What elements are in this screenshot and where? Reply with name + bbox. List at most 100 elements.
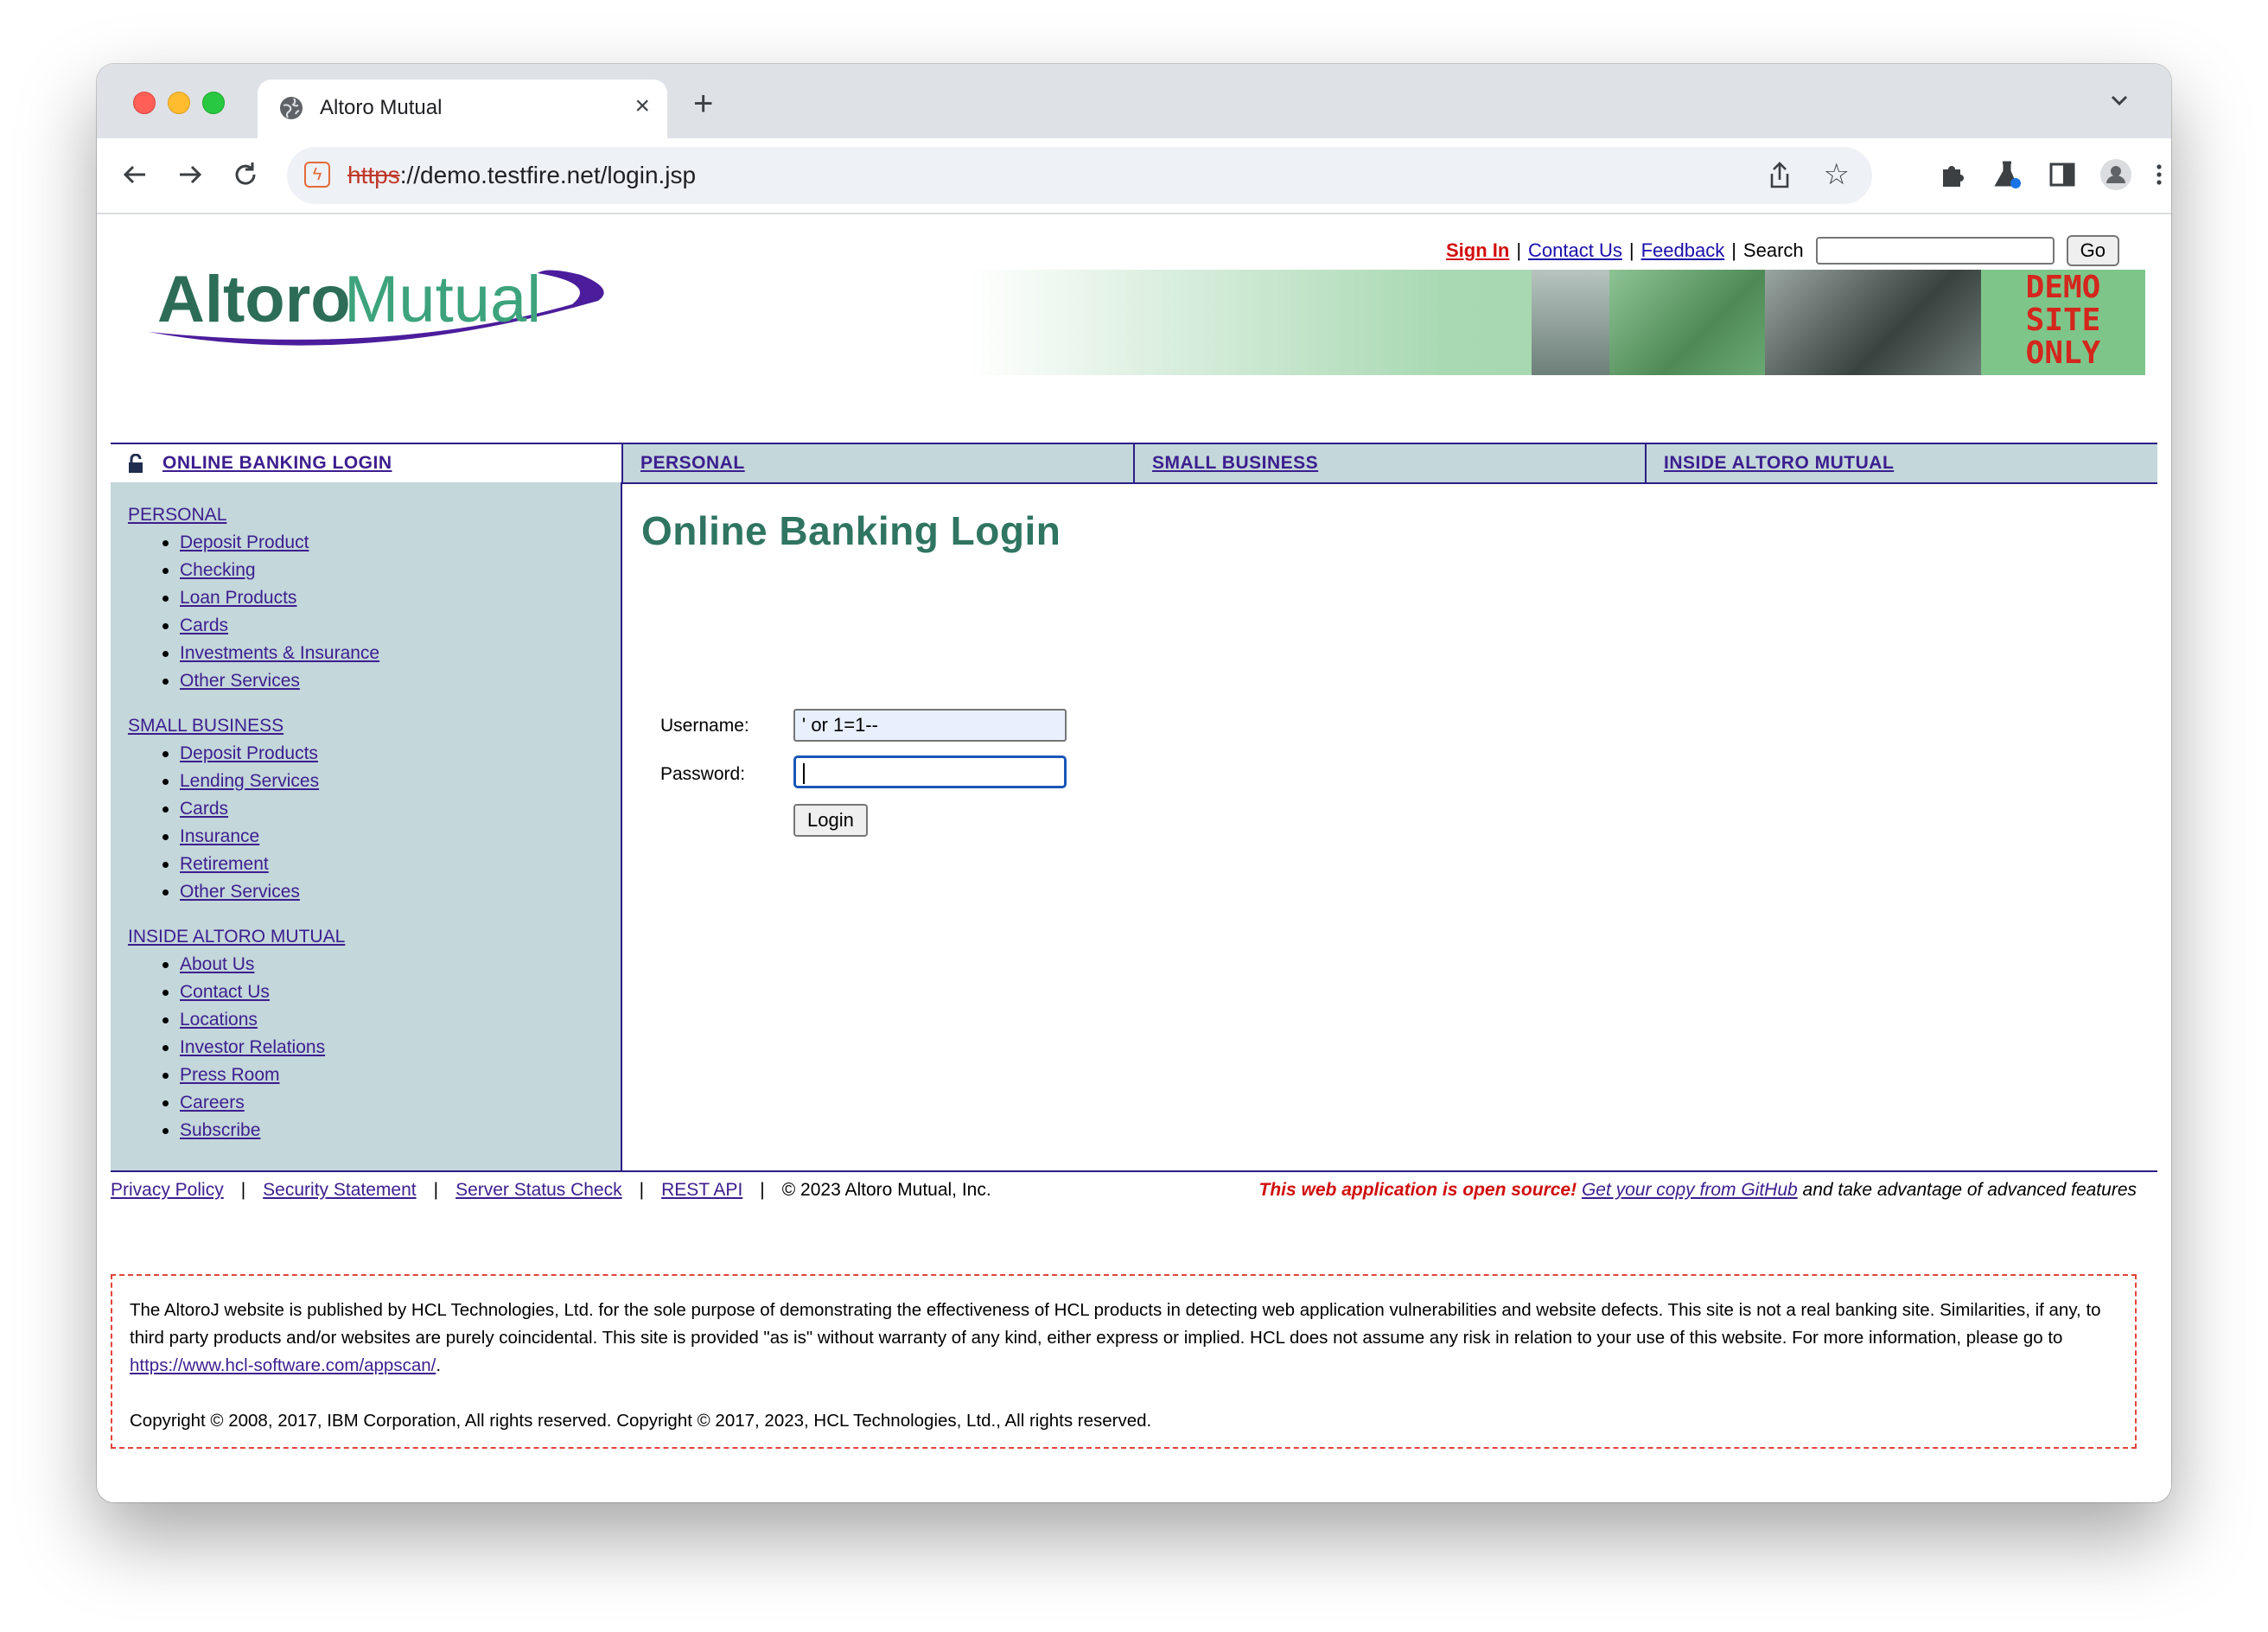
banner-photo-woman <box>1532 270 1609 375</box>
reload-icon[interactable] <box>228 157 263 192</box>
extensions-puzzle-icon[interactable] <box>1934 157 1969 192</box>
text-caret <box>803 763 805 784</box>
globe-icon <box>280 97 303 119</box>
separator: | <box>1731 239 1736 261</box>
not-secure-icon[interactable]: ϟ <box>304 162 330 188</box>
sidebar-item: Lending Services <box>162 768 319 795</box>
sidebar-inside-list: About Us Contact Us Locations Investor R… <box>162 951 325 1144</box>
side-panel-icon[interactable] <box>2045 157 2080 192</box>
open-source-text: This web application is open source! <box>1258 1180 1577 1200</box>
sidebar-small-business-heading[interactable]: SMALL BUSINESS <box>128 714 284 738</box>
separator: | <box>760 1180 765 1200</box>
open-source-tail: and take advantage of advanced features <box>1797 1180 2137 1200</box>
personal-nav-link[interactable]: PERSONAL <box>640 453 745 473</box>
browser-tab[interactable]: Altoro Mutual × <box>258 80 667 138</box>
small-business-nav-link[interactable]: SMALL BUSINESS <box>1152 453 1318 473</box>
password-label: Password: <box>660 764 746 784</box>
main-nav: ONLINE BANKING LOGIN PERSONAL SMALL BUSI… <box>111 443 2157 484</box>
sidebar-item: Press Room <box>162 1061 325 1089</box>
nav-inside-altoro: INSIDE ALTORO MUTUAL <box>1645 444 2157 482</box>
banner-photo-keyboard <box>1609 270 1765 375</box>
kebab-menu-icon[interactable] <box>2150 157 2168 192</box>
forward-arrow-icon[interactable] <box>173 157 207 192</box>
header-links: Sign In | Contact Us | Feedback | Search… <box>1446 235 2119 266</box>
browser-toolbar: ϟ https://demo.testfire.net/login.jsp ☆ <box>97 138 2171 214</box>
sidebar-inside-heading[interactable]: INSIDE ALTORO MUTUAL <box>128 925 345 949</box>
footer-links: Privacy Policy | Security Statement | Server… <box>111 1177 991 1203</box>
search-label: Search <box>1742 239 1804 261</box>
new-tab-button[interactable]: + <box>693 86 713 121</box>
nav-small-business: SMALL BUSINESS <box>1133 444 1645 482</box>
nav-online-banking: ONLINE BANKING LOGIN <box>111 444 621 482</box>
sidebar-item: Loan Products <box>162 584 379 612</box>
username-field[interactable] <box>793 709 1067 742</box>
sidebar-small-business-list: Deposit Products Lending Services Cards … <box>162 740 319 906</box>
contact-us-link[interactable]: Contact Us <box>1528 238 1622 264</box>
security-statement-link[interactable]: Security Statement <box>263 1180 416 1200</box>
close-tab-icon[interactable]: × <box>634 93 650 119</box>
disclaimer-box: The AltoroJ website is published by HCL … <box>111 1274 2137 1449</box>
sidebar-personal-heading[interactable]: PERSONAL <box>128 503 226 527</box>
close-window-button[interactable] <box>133 92 156 114</box>
sidebar-item: Contact Us <box>162 979 325 1006</box>
separator: | <box>240 1180 246 1200</box>
web-page: Altoro Mutual Sign In | Contact Us | Fee… <box>97 214 2171 1502</box>
maximize-window-button[interactable] <box>202 92 225 114</box>
password-field[interactable] <box>793 755 1067 788</box>
bookmark-star-icon[interactable]: ☆ <box>1824 159 1850 190</box>
browser-window: Altoro Mutual × + ϟ https://demo.testfir… <box>97 64 2171 1502</box>
banner-photo-meeting <box>1765 270 1981 375</box>
separator: | <box>639 1180 645 1200</box>
sign-in-link[interactable]: Sign In <box>1446 238 1509 264</box>
disclaimer-text: The AltoroJ website is published by HCL … <box>130 1300 2101 1375</box>
profile-avatar-icon[interactable] <box>2099 157 2133 192</box>
sidebar-item: Investments & Insurance <box>162 640 379 667</box>
altoro-mutual-logo[interactable]: Altoro Mutual <box>131 249 633 353</box>
banner-photos <box>1532 270 1981 375</box>
chevron-down-icon[interactable] <box>2107 88 2131 112</box>
inside-altoro-nav-link[interactable]: INSIDE ALTORO MUTUAL <box>1664 453 1894 473</box>
online-banking-login-link[interactable]: ONLINE BANKING LOGIN <box>162 453 392 473</box>
minimize-window-button[interactable] <box>168 92 190 114</box>
svg-text:Mutual: Mutual <box>344 263 541 336</box>
sidebar-item: Retirement <box>162 851 319 878</box>
hcl-appscan-link[interactable]: https://www.hcl-software.com/appscan/ <box>130 1355 436 1375</box>
sidebar-item: Cards <box>162 795 319 823</box>
separator: | <box>1628 239 1634 261</box>
disclaimer-copyright: Copyright © 2008, 2017, IBM Corporation,… <box>130 1411 1152 1431</box>
sidebar-item: Other Services <box>162 667 379 695</box>
lock-icon <box>129 454 143 474</box>
go-button[interactable]: Go <box>2066 235 2119 266</box>
url-text[interactable]: https://demo.testfire.net/login.jsp <box>347 161 696 190</box>
sidebar-item: Cards <box>162 612 379 640</box>
sidebar-item: Locations <box>162 1006 325 1034</box>
search-input[interactable] <box>1815 237 2055 265</box>
rest-api-link[interactable]: REST API <box>661 1180 742 1200</box>
username-label: Username: <box>660 716 749 736</box>
page-title: Online Banking Login <box>641 508 1061 553</box>
header-banner: DEMO SITE ONLY <box>970 270 2145 375</box>
github-link[interactable]: Get your copy from GitHub <box>1582 1180 1798 1200</box>
sidebar-item: Deposit Product <box>162 529 379 557</box>
separator: | <box>433 1180 439 1200</box>
demo-site-only-badge: DEMO SITE ONLY <box>1981 270 2145 375</box>
sidebar-item: Checking <box>162 557 379 584</box>
svg-text:Altoro: Altoro <box>157 263 351 336</box>
feedback-link[interactable]: Feedback <box>1641 238 1725 264</box>
login-button[interactable]: Login <box>793 804 868 837</box>
server-status-link[interactable]: Server Status Check <box>456 1180 622 1200</box>
labs-flask-icon[interactable] <box>1990 157 2024 192</box>
privacy-policy-link[interactable]: Privacy Policy <box>111 1180 224 1200</box>
address-bar[interactable]: ϟ https://demo.testfire.net/login.jsp ☆ <box>287 147 1872 204</box>
sidebar-personal-list: Deposit Product Checking Loan Products C… <box>162 529 379 695</box>
sidebar-item: Subscribe <box>162 1117 325 1144</box>
back-arrow-icon[interactable] <box>118 157 152 192</box>
tab-strip: Altoro Mutual × + <box>97 64 2171 138</box>
sidebar-item: Investor Relations <box>162 1034 325 1061</box>
sidebar: PERSONAL Deposit Product Checking Loan P… <box>111 482 622 1170</box>
sidebar-item: Other Services <box>162 878 319 906</box>
separator: | <box>1516 239 1522 261</box>
share-icon[interactable] <box>1765 161 1794 190</box>
sidebar-item: Careers <box>162 1089 325 1117</box>
nav-personal: PERSONAL <box>621 444 1133 482</box>
